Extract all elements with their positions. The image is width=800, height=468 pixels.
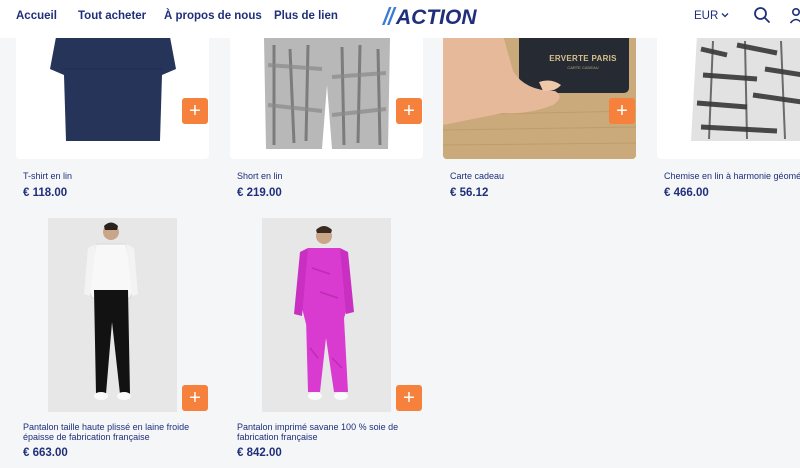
gift-card-subtitle: CARTE CADEAU [567, 65, 599, 70]
product-price: € 466.00 [664, 187, 709, 199]
account-icon[interactable] [789, 6, 800, 24]
product-name[interactable]: Short en lin [237, 171, 283, 182]
product-name[interactable]: Carte cadeau [450, 171, 504, 182]
product-price: € 56.12 [450, 187, 489, 199]
currency-selector[interactable]: EUR [694, 10, 729, 22]
product-card[interactable]: + Pantalon imprimé savane 100 % soie de … [230, 218, 423, 468]
product-card[interactable]: + Pantalon taille haute plissé en laine … [16, 218, 209, 468]
product-price: € 663.00 [23, 447, 68, 459]
product-name[interactable]: Chemise en lin à harmonie géométrique [664, 171, 800, 182]
product-price: € 219.00 [237, 187, 282, 199]
action-logo[interactable]: ACTION [380, 3, 480, 29]
product-name-line2[interactable]: fabrication française [237, 432, 318, 443]
nav-accueil[interactable]: Accueil [16, 10, 57, 22]
product-name[interactable]: T-shirt en lin [23, 171, 72, 182]
chevron-down-icon [721, 13, 729, 18]
product-price: € 118.00 [23, 187, 68, 199]
product-price: € 842.00 [237, 447, 282, 459]
search-icon[interactable] [753, 6, 771, 24]
product-name-line2[interactable]: épaisse de fabrication française [23, 432, 150, 443]
nav-a-propos[interactable]: À propos de nous [164, 10, 262, 22]
add-to-cart-button[interactable]: + [182, 98, 208, 124]
gift-card-brand: ERVERTE PARIS [549, 54, 617, 63]
add-to-cart-button[interactable]: + [396, 98, 422, 124]
add-to-cart-button[interactable]: + [182, 385, 208, 411]
add-to-cart-button[interactable]: + [396, 385, 422, 411]
nav-tout-acheter[interactable]: Tout acheter [78, 10, 146, 22]
add-to-cart-button[interactable]: + [609, 98, 635, 124]
product-image[interactable] [16, 218, 209, 412]
nav-plus-de-lien[interactable]: Plus de lien [274, 10, 338, 22]
svg-text:ACTION: ACTION [395, 6, 477, 29]
currency-label: EUR [694, 10, 719, 22]
site-header: Accueil Tout acheter À propos de nous Pl… [0, 0, 800, 38]
product-image[interactable] [230, 218, 423, 412]
